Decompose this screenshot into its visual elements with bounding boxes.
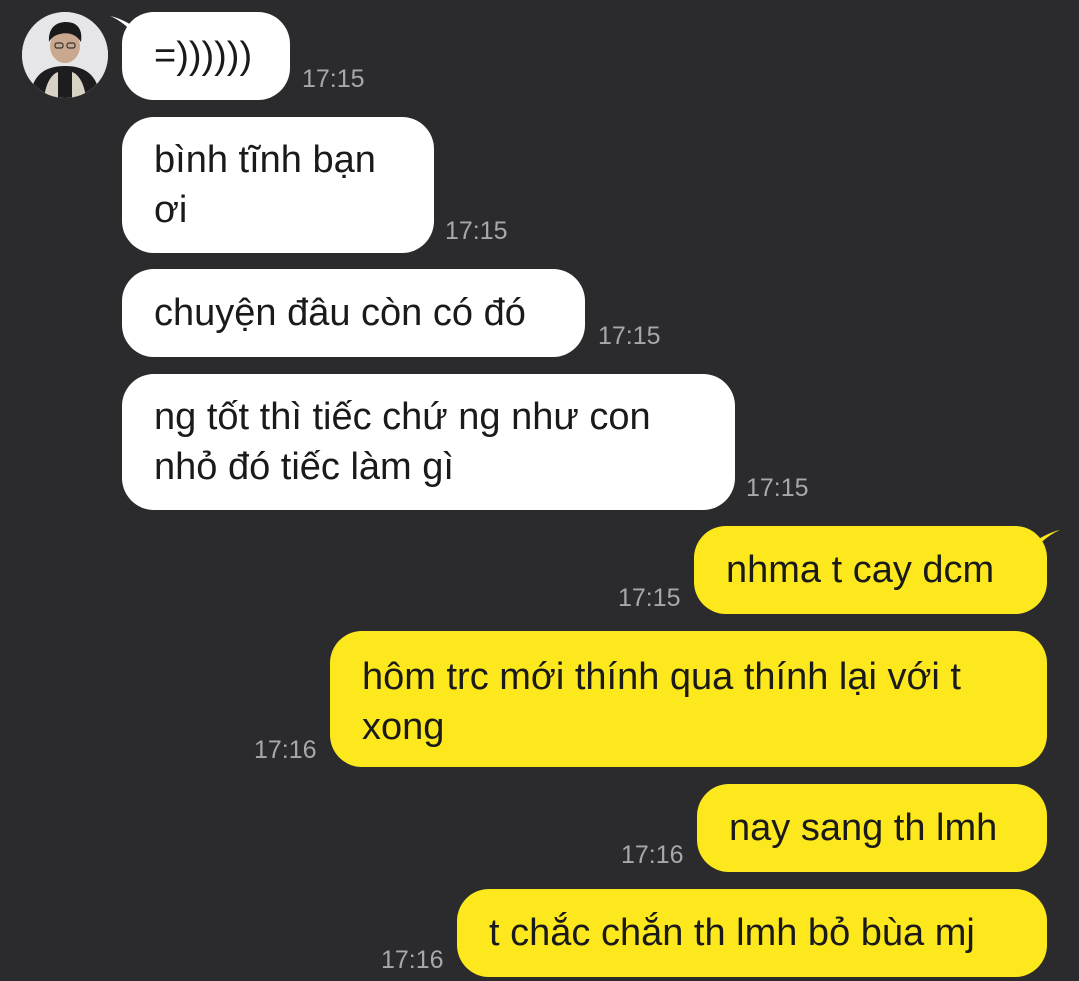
message-bubble-outgoing[interactable]: hôm trc mới thính qua thính lại với t xo… <box>330 631 1047 767</box>
message-timestamp: 17:15 <box>746 474 809 502</box>
message-timestamp: 17:16 <box>621 841 684 869</box>
message-timestamp: 17:15 <box>302 65 365 93</box>
message-timestamp: 17:15 <box>445 217 508 245</box>
sender-avatar[interactable] <box>22 12 108 98</box>
message-bubble-outgoing[interactable]: nhma t cay dcm <box>694 526 1047 614</box>
message-bubble-incoming[interactable]: ng tốt thì tiếc chứ ng như con nhỏ đó ti… <box>122 374 735 510</box>
message-timestamp: 17:15 <box>618 584 681 612</box>
message-bubble-incoming[interactable]: =)))))) <box>122 12 290 100</box>
chat-conversation: =)))))) 17:15 bình tĩnh bạn ơi 17:15 chu… <box>0 0 1079 981</box>
message-timestamp: 17:16 <box>254 736 317 764</box>
message-timestamp: 17:16 <box>381 946 444 974</box>
message-timestamp: 17:15 <box>598 322 661 350</box>
message-bubble-incoming[interactable]: chuyện đâu còn có đó <box>122 269 585 357</box>
message-bubble-outgoing[interactable]: nay sang th lmh <box>697 784 1047 872</box>
message-bubble-outgoing[interactable]: t chắc chắn th lmh bỏ bùa mj <box>457 889 1047 977</box>
message-bubble-incoming[interactable]: bình tĩnh bạn ơi <box>122 117 434 253</box>
